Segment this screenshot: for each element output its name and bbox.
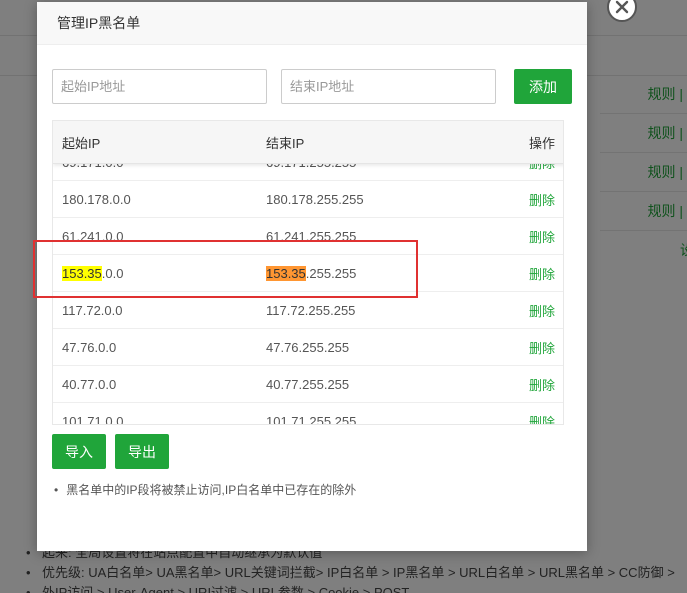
close-icon xyxy=(615,0,629,14)
end-ip-cell: 180.178.255.255 xyxy=(266,191,364,207)
delete-link[interactable]: 删除 xyxy=(529,181,555,217)
delete-link[interactable]: 删除 xyxy=(529,403,555,425)
table-row: 101.71.0.0 101.71.255.255 删除 xyxy=(53,403,563,425)
import-button[interactable]: 导入 xyxy=(52,434,106,469)
table-row: 47.76.0.0 47.76.255.255 删除 xyxy=(53,329,563,366)
export-button[interactable]: 导出 xyxy=(115,434,169,469)
delete-link[interactable]: 删除 xyxy=(529,292,555,328)
delete-link[interactable]: 删除 xyxy=(529,218,555,254)
modal-header: 管理IP黑名单 xyxy=(37,2,587,45)
end-ip-cell: 47.76.255.255 xyxy=(266,339,350,355)
table-header: 起始IP 结束IP 操作 xyxy=(53,121,563,164)
start-ip-cell: 40.77.0.0 xyxy=(62,376,117,392)
delete-link[interactable]: 删除 xyxy=(529,366,555,402)
end-ip-cell: 101.71.255.255 xyxy=(266,413,357,425)
delete-link[interactable]: 删除 xyxy=(529,255,555,291)
end-ip-cell: 40.77.255.255 xyxy=(266,376,350,392)
start-ip-input[interactable] xyxy=(52,69,267,104)
start-ip-cell: 180.178.0.0 xyxy=(62,191,131,207)
table-row: 40.77.0.0 40.77.255.255 删除 xyxy=(53,366,563,403)
start-ip-cell: 101.71.0.0 xyxy=(62,413,124,425)
modal-title: 管理IP黑名单 xyxy=(57,15,141,31)
annotation-highlight-box xyxy=(33,240,418,298)
table-row: 180.178.0.0 180.178.255.255 删除 xyxy=(53,181,563,218)
start-ip-cell: 47.76.0.0 xyxy=(62,339,117,355)
column-start-ip: 起始IP xyxy=(62,135,101,151)
column-action: 操作 xyxy=(528,135,555,151)
end-ip-input[interactable] xyxy=(281,69,496,104)
add-ip-form: 添加 xyxy=(52,69,572,104)
delete-link[interactable]: 删除 xyxy=(529,329,555,365)
add-button[interactable]: 添加 xyxy=(514,69,572,104)
column-end-ip: 结束IP xyxy=(266,135,305,151)
help-note: 黑名单中的IP段将被禁止访问,IP白名单中已存在的除外 xyxy=(52,481,356,498)
